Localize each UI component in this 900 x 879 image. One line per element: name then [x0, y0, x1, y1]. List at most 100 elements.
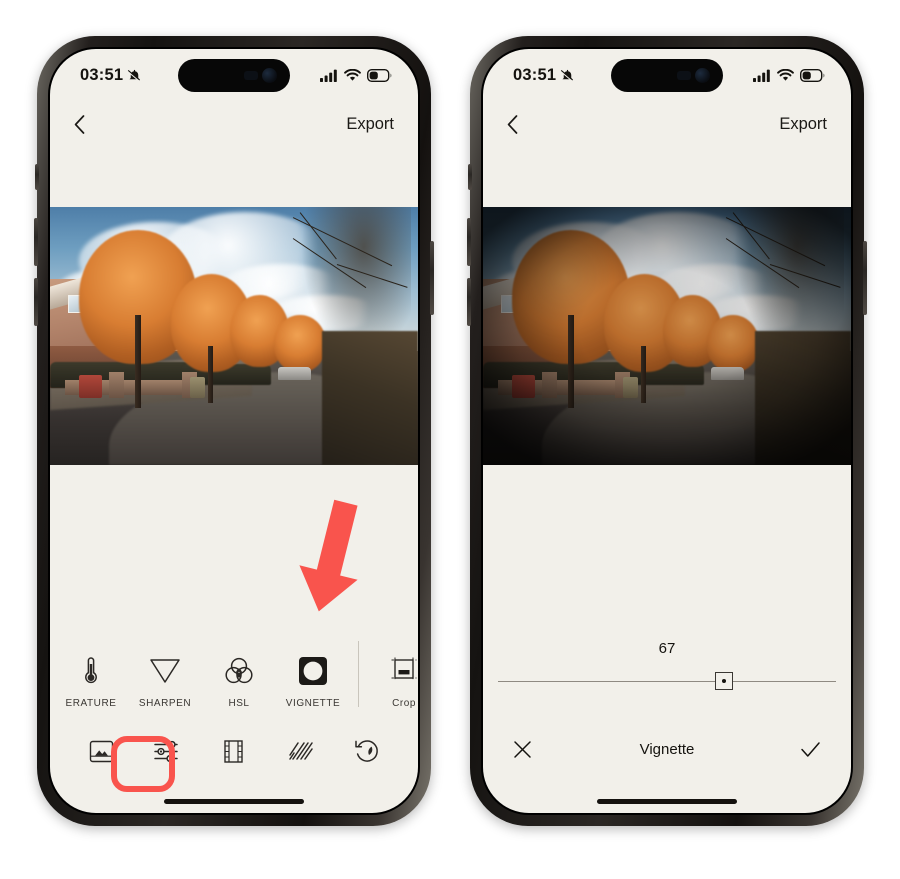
tool-label: Crop	[392, 698, 416, 709]
tree-trunk	[134, 315, 141, 409]
tree-trunk	[208, 346, 213, 404]
screen-left: 03:51 Export ERATURE SHARPEN HSL VIGNETT…	[50, 49, 418, 813]
accept-button[interactable]	[800, 740, 821, 759]
home-indicator	[597, 799, 737, 804]
tool-carousel[interactable]: ERATURE SHARPEN HSL VIGNETTE Crop	[50, 641, 418, 709]
signal-bars-icon	[320, 69, 337, 82]
volume-down-button[interactable]	[467, 278, 471, 326]
phone-bezel: 03:51	[481, 47, 853, 815]
parked-car	[711, 366, 745, 380]
history-icon	[355, 740, 378, 762]
status-time: 03:51	[80, 65, 124, 84]
tool-crop[interactable]: Crop	[367, 655, 418, 709]
red-down-arrow	[268, 498, 388, 618]
adjustment-title: Vignette	[639, 740, 695, 758]
tool-label: SHARPEN	[138, 698, 192, 709]
status-bar: 03:51	[483, 49, 851, 101]
phone-bezel: 03:51	[48, 47, 420, 815]
phone-left: 03:51 Export ERATURE SHARPEN HSL VIGNETT…	[34, 36, 434, 826]
volume-up-button[interactable]	[34, 218, 38, 266]
slider-track[interactable]	[498, 680, 836, 682]
wifi-icon	[777, 68, 794, 81]
sliders-icon	[154, 740, 178, 762]
triangle-down-icon	[149, 655, 181, 687]
slider-handle[interactable]	[715, 672, 734, 690]
grain-icon	[289, 741, 313, 760]
home-indicator	[164, 799, 304, 804]
phone-right: 03:51 Export 67 Vignette	[467, 36, 867, 826]
tab-history[interactable]	[344, 728, 390, 774]
export-button[interactable]: Export	[779, 115, 827, 134]
roadside-bush	[755, 330, 851, 465]
roadside-bush	[322, 330, 418, 465]
dynamic-island	[178, 59, 290, 92]
tool-divider	[358, 641, 359, 707]
editor-panel: 67 Vignette	[483, 465, 851, 813]
tab-grain[interactable]	[277, 728, 323, 774]
face-sensor-icon	[677, 71, 691, 80]
bell-slash-icon	[127, 69, 141, 81]
parked-car	[278, 366, 312, 380]
back-button[interactable]	[507, 114, 518, 134]
edited-image	[483, 207, 851, 465]
tool-vignette[interactable]: VIGNETTE	[276, 655, 350, 709]
tool-label: VIGNETTE	[285, 698, 341, 709]
front-camera-icon	[262, 68, 277, 83]
power-button[interactable]	[863, 241, 867, 315]
tree-trunk	[567, 315, 574, 409]
chevron-left-icon	[507, 114, 518, 134]
wheelie-bin	[622, 377, 638, 398]
nav-bar: Export	[483, 101, 851, 147]
power-button[interactable]	[430, 241, 434, 315]
crop-icon	[389, 655, 418, 687]
signal-bars-icon	[753, 69, 770, 82]
screen-right: 03:51 Export 67 Vignette	[483, 49, 851, 813]
status-icons	[753, 68, 825, 82]
wifi-icon	[344, 68, 361, 81]
tab-adjust[interactable]	[145, 728, 191, 774]
edited-image	[50, 207, 418, 465]
tool-label: HSL	[228, 698, 250, 709]
dynamic-island	[611, 59, 723, 92]
wheelie-bin	[79, 374, 102, 398]
film-strip-icon	[224, 739, 244, 763]
status-icons	[320, 68, 392, 82]
three-circles-icon	[224, 655, 254, 687]
silent-switch[interactable]	[35, 164, 39, 190]
comparison-figure: 03:51 Export ERATURE SHARPEN HSL VIGNETT…	[0, 0, 900, 879]
vignette-square-icon	[298, 655, 328, 687]
tab-presets[interactable]	[78, 728, 124, 774]
battery-icon	[800, 68, 825, 82]
silent-switch[interactable]	[468, 164, 472, 190]
close-icon	[514, 740, 531, 758]
nav-bar: Export	[50, 101, 418, 147]
gate-post	[108, 372, 124, 398]
volume-down-button[interactable]	[34, 278, 38, 326]
photo-preview[interactable]	[50, 207, 418, 465]
tool-sharpen[interactable]: SHARPEN	[128, 655, 202, 709]
tool-temperature[interactable]: ERATURE	[54, 655, 128, 709]
export-button[interactable]: Export	[346, 115, 394, 134]
status-time-group: 03:51	[80, 66, 142, 85]
photo-icon	[89, 740, 113, 762]
tool-label: ERATURE	[65, 698, 117, 709]
back-button[interactable]	[74, 114, 85, 134]
status-bar: 03:51	[50, 49, 418, 101]
tab-film[interactable]	[211, 728, 257, 774]
front-camera-icon	[695, 68, 710, 83]
gate-post	[541, 372, 557, 398]
cancel-button[interactable]	[513, 740, 532, 759]
confirm-bar: Vignette	[483, 731, 851, 767]
vignette-slider[interactable]	[498, 669, 836, 693]
wheelie-bin	[512, 374, 535, 398]
status-time: 03:51	[513, 65, 557, 84]
tab-bar[interactable]	[50, 723, 418, 779]
tool-hsl[interactable]: HSL	[202, 655, 276, 709]
face-sensor-icon	[244, 71, 258, 80]
volume-up-button[interactable]	[467, 218, 471, 266]
photo-preview[interactable]	[483, 207, 851, 465]
battery-icon	[367, 68, 392, 82]
tree-trunk	[641, 346, 646, 404]
slider-value: 67	[658, 640, 676, 657]
vignette-slider-area: 67	[483, 640, 851, 693]
